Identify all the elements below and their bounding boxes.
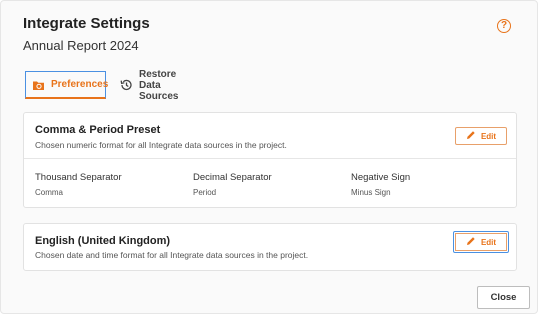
number-format-title: Comma & Period Preset — [35, 124, 161, 136]
settings-dialog: Integrate Settings Annual Report 2024 ? … — [0, 0, 538, 314]
dialog-title: Integrate Settings — [23, 15, 150, 32]
negative-sign-label: Negative Sign — [351, 172, 411, 183]
edit-label: Edit — [480, 131, 497, 141]
tab-restore-label: Restore Data Sources — [139, 68, 179, 102]
history-icon — [119, 78, 133, 92]
edit-number-format-button[interactable]: Edit — [455, 127, 507, 145]
close-button[interactable]: Close — [477, 286, 530, 309]
tab-preferences-label: Preferences — [51, 79, 109, 90]
tab-restore-data-sources[interactable]: Restore Data Sources — [117, 68, 179, 102]
pencil-icon — [466, 236, 476, 248]
dialog-subtitle: Annual Report 2024 — [23, 38, 139, 53]
negative-sign-value: Minus Sign — [351, 188, 391, 197]
pencil-icon — [466, 130, 476, 142]
decimal-separator-value: Period — [193, 188, 217, 197]
tab-preferences[interactable]: Preferences — [25, 71, 109, 99]
folder-gear-icon — [32, 78, 45, 92]
thousand-separator-label: Thousand Separator — [35, 172, 122, 183]
question-circle-icon[interactable]: ? — [497, 19, 511, 33]
number-format-card: Comma & Period Preset Chosen numeric for… — [23, 112, 517, 208]
card-divider — [24, 158, 516, 159]
edit-locale-button[interactable]: Edit — [453, 231, 509, 253]
edit-label: Edit — [480, 237, 497, 247]
locale-description: Chosen date and time format for all Inte… — [35, 250, 309, 260]
locale-format-card: English (United Kingdom) Chosen date and… — [23, 223, 517, 271]
number-format-description: Chosen numeric format for all Integrate … — [35, 140, 287, 150]
thousand-separator-value: Comma — [35, 188, 64, 197]
locale-title: English (United Kingdom) — [35, 235, 171, 247]
decimal-separator-label: Decimal Separator — [193, 172, 272, 183]
